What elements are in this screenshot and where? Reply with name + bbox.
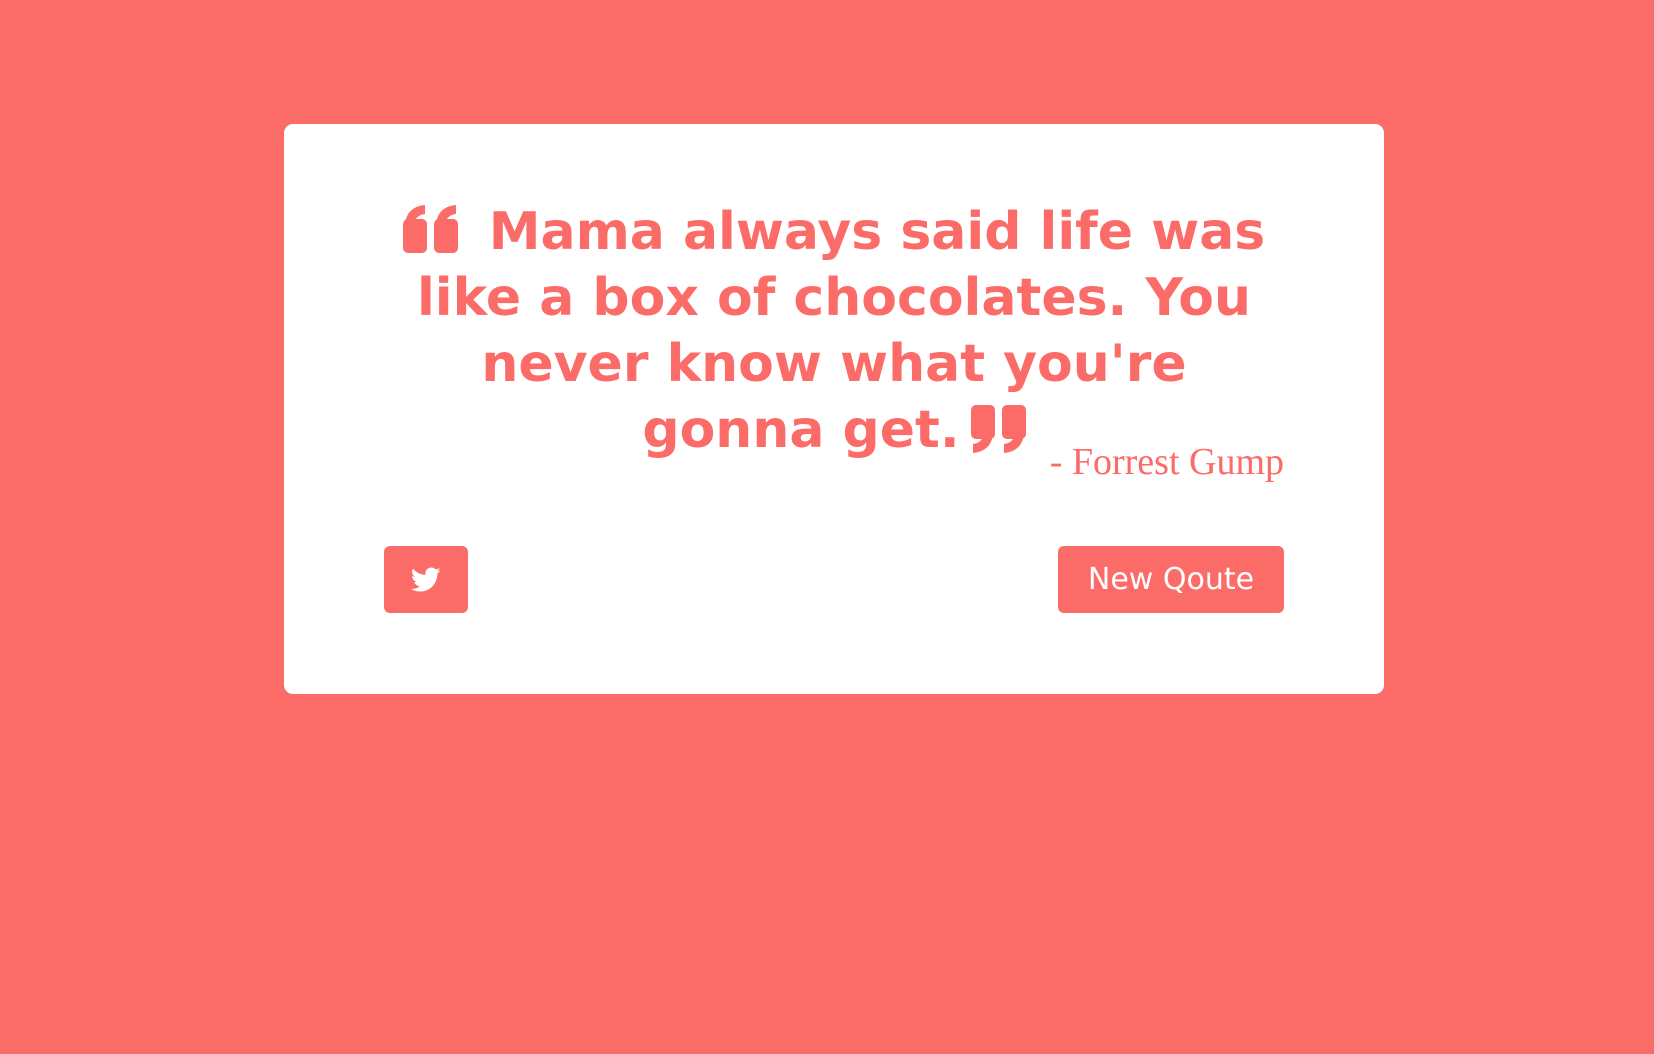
quote-text-block: Mama always said life was like a box of …: [384, 199, 1284, 463]
open-quote-icon: [402, 205, 459, 253]
new-quote-button[interactable]: New Qoute: [1058, 546, 1284, 613]
quote-card: Mama always said life was like a box of …: [284, 124, 1384, 694]
quote-author: - Forrest Gump: [1049, 441, 1284, 483]
tweet-button[interactable]: [384, 546, 468, 613]
close-quote-icon: [970, 405, 1026, 453]
quote-text: Mama always said life was like a box of …: [416, 202, 1266, 460]
twitter-icon: [411, 567, 441, 593]
